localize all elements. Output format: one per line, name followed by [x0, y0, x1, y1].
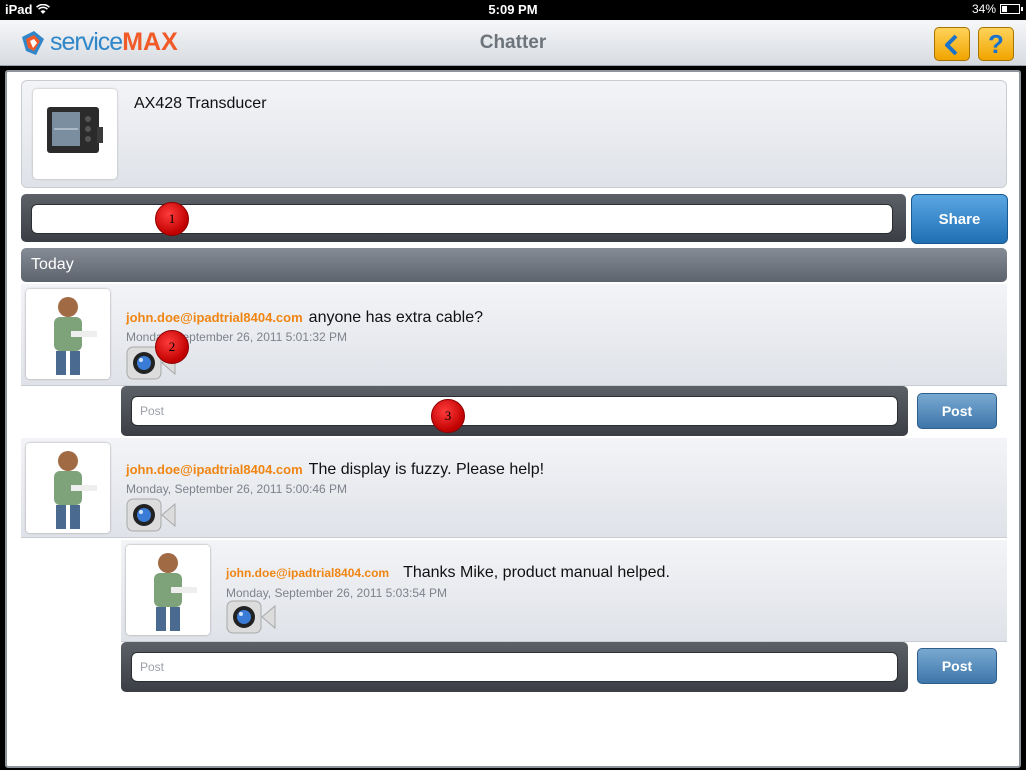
- post-reply-button[interactable]: Post: [917, 393, 997, 429]
- section-header-today: Today: [21, 248, 1007, 282]
- product-card: AX428 Transducer: [21, 80, 1007, 188]
- post-timestamp: Monday, September 26, 2011 5:00:46 PM: [126, 482, 348, 496]
- annotation-marker-3: 3: [431, 399, 465, 433]
- help-button[interactable]: ?: [978, 27, 1014, 61]
- avatar: [126, 545, 210, 635]
- user-photo-icon: [26, 289, 110, 379]
- back-arrow-icon: [945, 34, 958, 56]
- post-author[interactable]: john.doe@ipadtrial8404.com anyone has ext…: [126, 309, 483, 327]
- share-bar: [21, 194, 906, 242]
- avatar: [26, 289, 110, 379]
- post-reply-button[interactable]: Post: [917, 648, 997, 684]
- chatter-panel: AX428 Transducer Share Today john.doe@ip…: [5, 70, 1021, 768]
- page-title: Chatter: [479, 32, 547, 53]
- reply-message: Thanks Mike, product manual helped.: [403, 564, 670, 581]
- battery-fill: [1002, 6, 1008, 12]
- user-photo-icon: [126, 545, 210, 635]
- annotation-marker-2: 2: [155, 330, 189, 364]
- share-button[interactable]: Share: [911, 194, 1008, 244]
- post-reply-input[interactable]: [131, 396, 898, 426]
- post-reply-input[interactable]: [131, 652, 898, 682]
- status-right: 34%: [971, 2, 1023, 16]
- reply-author[interactable]: john.doe@ipadtrial8404.com Thanks Mike, p…: [226, 564, 670, 582]
- reply-timestamp: Monday, September 26, 2011 5:03:54 PM: [226, 586, 448, 600]
- video-camera-icon[interactable]: [226, 600, 276, 634]
- status-time: 5:09 PM: [488, 2, 538, 17]
- nav-bar: serviceMAX Chatter ?: [0, 20, 1026, 66]
- chatter-post: john.doe@ipadtrial8404.com The display is…: [21, 438, 1007, 538]
- user-photo-icon: [26, 443, 110, 533]
- author-email[interactable]: john.doe@ipadtrial8404.com: [126, 310, 303, 325]
- battery-percent: 34%: [971, 2, 996, 16]
- post-message: The display is fuzzy. Please help!: [308, 461, 545, 478]
- author-email[interactable]: john.doe@ipadtrial8404.com: [226, 566, 389, 580]
- help-icon: ?: [988, 29, 1004, 59]
- avatar: [26, 443, 110, 533]
- device-image-icon: [47, 107, 103, 153]
- post-author[interactable]: john.doe@ipadtrial8404.com The display is…: [126, 461, 544, 479]
- product-title: AX428 Transducer: [134, 95, 267, 112]
- product-thumbnail: [33, 89, 117, 179]
- author-email[interactable]: john.doe@ipadtrial8404.com: [126, 462, 303, 477]
- reply-bar: [121, 386, 908, 436]
- status-bar: iPad 5:09 PM 34%: [0, 0, 1026, 20]
- reply-bar: [121, 642, 908, 692]
- post-message: anyone has extra cable?: [308, 309, 484, 326]
- back-button[interactable]: [934, 27, 970, 61]
- video-camera-icon[interactable]: [126, 498, 176, 532]
- annotation-marker-1: 1: [155, 202, 189, 236]
- battery-icon: [1000, 4, 1023, 14]
- chatter-reply: john.doe@ipadtrial8404.com Thanks Mike, p…: [121, 540, 1007, 642]
